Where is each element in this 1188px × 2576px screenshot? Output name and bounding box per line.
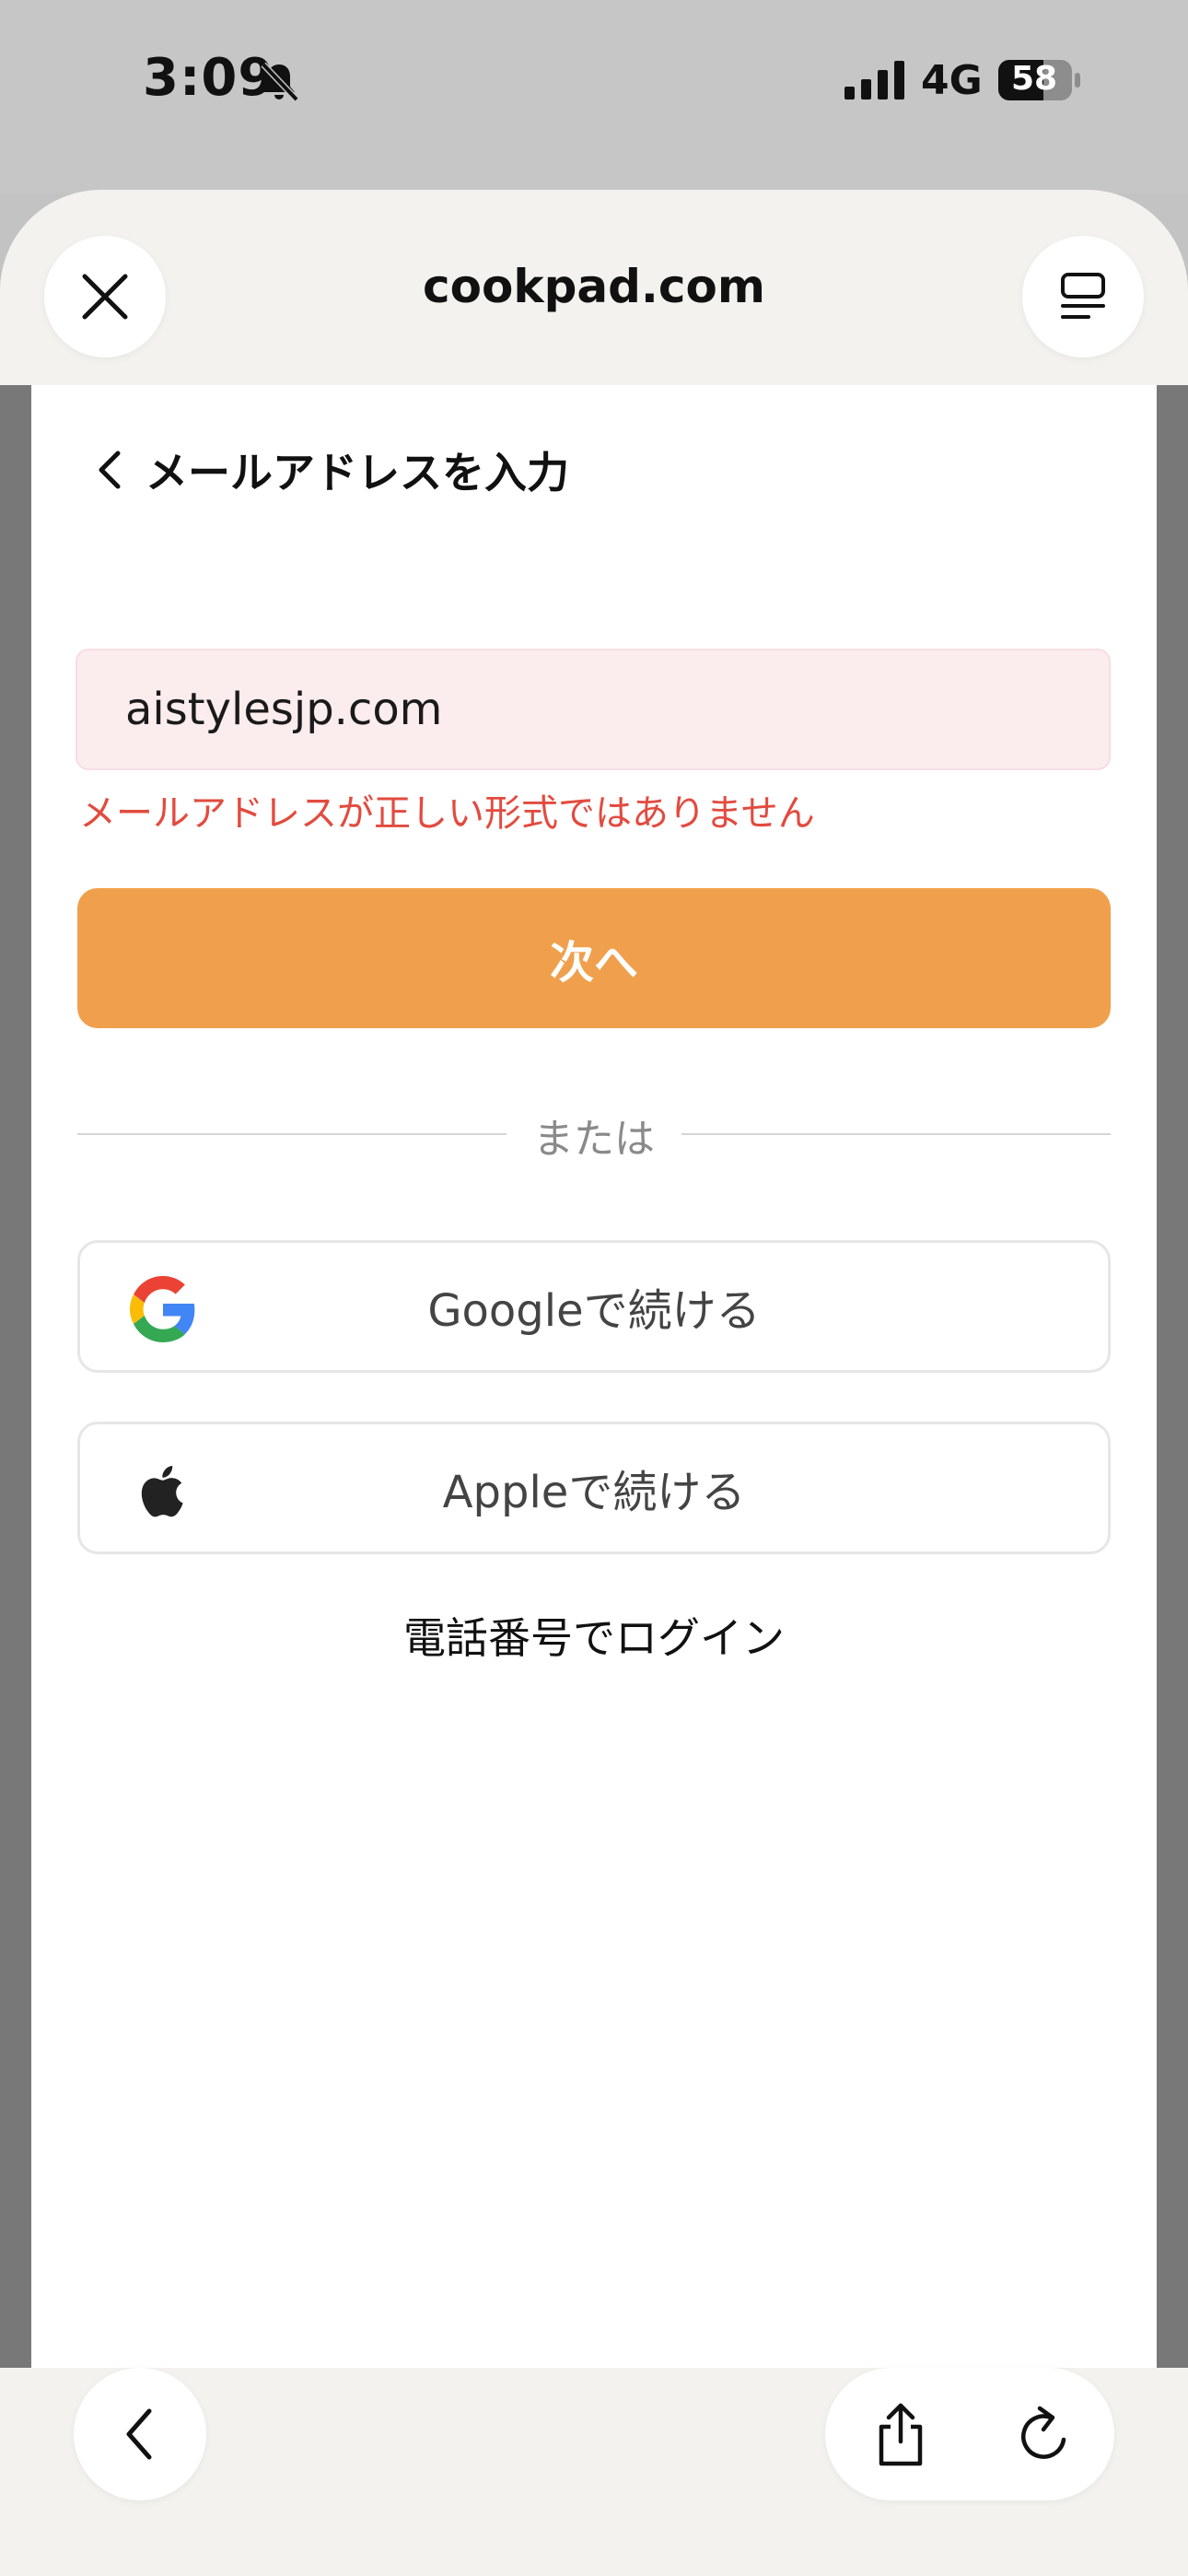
- page-domain[interactable]: cookpad.com: [276, 260, 912, 313]
- status-time: 3:09: [143, 48, 275, 108]
- apple-login-button[interactable]: Appleで続ける: [77, 1422, 1111, 1554]
- chevron-left-icon: [99, 451, 121, 489]
- back-nav-label: メールアドレスを入力: [146, 448, 569, 498]
- close-button[interactable]: [44, 236, 166, 357]
- apple-icon: [141, 1466, 183, 1517]
- back-to-email-link[interactable]: メールアドレスを入力: [88, 433, 569, 507]
- bell-slash-icon: [261, 62, 299, 102]
- network-type: 4G: [921, 57, 983, 104]
- chevron-left-icon: [126, 2408, 152, 2460]
- share-icon: [879, 2403, 923, 2466]
- dimmed-background-left: [0, 385, 31, 2368]
- share-button[interactable]: [834, 2368, 967, 2500]
- close-icon: [82, 274, 128, 320]
- divider-line-right: [681, 1133, 1111, 1135]
- cellular-signal-icon: [844, 61, 904, 100]
- google-button-label: Googleで続ける: [427, 1285, 761, 1337]
- reader-mode-button[interactable]: [1022, 236, 1144, 357]
- divider-line-left: [77, 1133, 507, 1135]
- email-error-message: メールアドレスが正しい形式ではありません: [79, 792, 815, 835]
- google-icon: [130, 1276, 195, 1342]
- battery-level: 58: [1010, 60, 1058, 98]
- reload-button[interactable]: [978, 2368, 1111, 2500]
- reader-mode-icon: [1061, 273, 1105, 319]
- dimmed-background-right: [1157, 385, 1188, 2368]
- divider-text: または: [533, 1116, 655, 1163]
- google-login-button[interactable]: Googleで続ける: [77, 1240, 1111, 1373]
- browser-back-button[interactable]: [74, 2368, 206, 2500]
- reload-icon: [1021, 2406, 1066, 2459]
- next-button[interactable]: 次へ: [77, 888, 1111, 1028]
- email-input[interactable]: aistylesjp.com: [76, 649, 1111, 770]
- phone-login-link[interactable]: 電話番号でログイン: [276, 1605, 912, 1666]
- apple-button-label: Appleで続ける: [442, 1467, 746, 1518]
